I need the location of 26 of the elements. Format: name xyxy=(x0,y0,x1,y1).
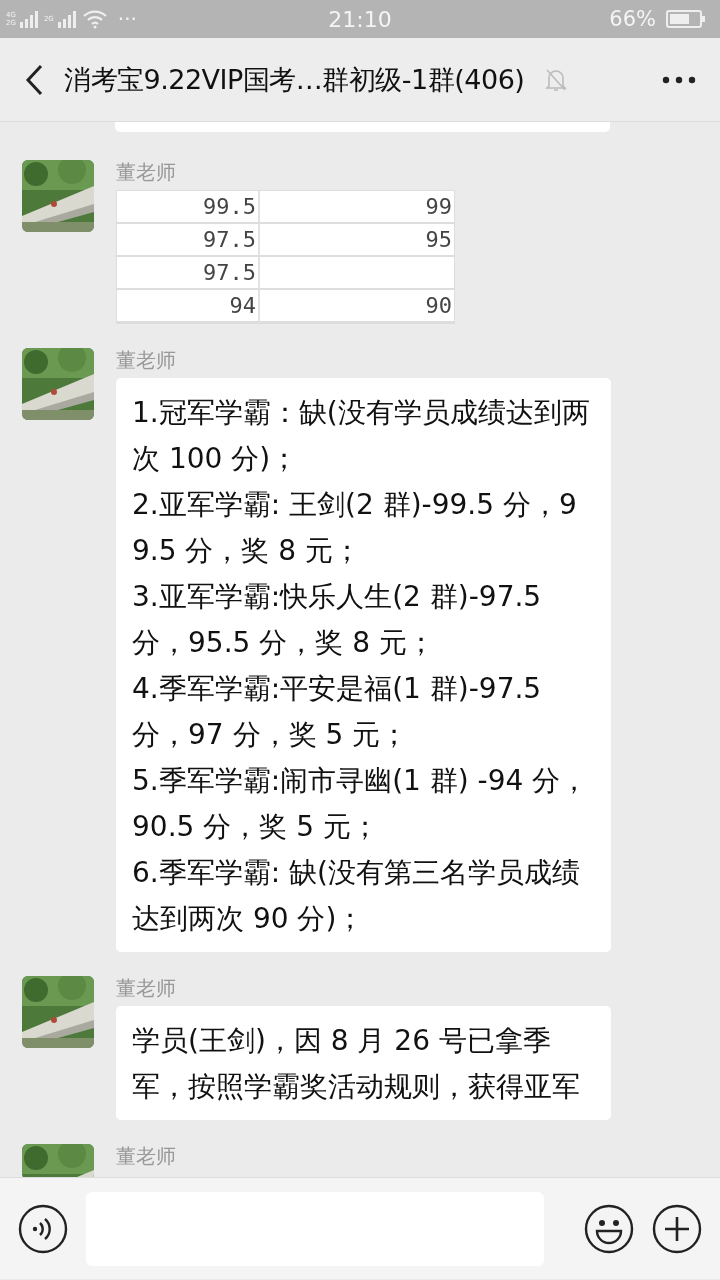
more-notifications: ··· xyxy=(117,7,137,31)
table-cell: 90 xyxy=(260,290,454,323)
table-cell: 99.5 xyxy=(117,191,260,224)
sender-name: 董老师 xyxy=(116,1144,176,1170)
add-icon[interactable] xyxy=(652,1203,702,1254)
message-text: 1.冠军学霸：缺(没有学员成绩达到两次 100 分)； 2.亚军学霸: 王剑(2 群)-99.5 分，99.5 分，奖 8 元； 3.亚军学霸:快乐人生(2 群)-97.5 分，95.5 分，奖 8 元； 4.季军学霸:平安是福(1 群)-97.5 分，97 分，奖 5 元； 5.季军学霸:闹市寻幽(1 群) -94 分，90.5 分，奖 5 元； 6.季军学霸: 缺(没有第三名学员成绩达到两次 90 分)； xyxy=(132,396,590,935)
table-cell: 99 xyxy=(260,191,454,224)
emoji-icon[interactable] xyxy=(584,1203,634,1254)
wifi-icon xyxy=(81,9,108,29)
table-cell: 95 xyxy=(260,224,454,257)
signal-icon xyxy=(57,10,78,28)
table-cell: 94 xyxy=(117,290,260,323)
back-icon[interactable] xyxy=(24,63,44,96)
battery-percent: 66% xyxy=(609,7,656,31)
sender-name: 董老师 xyxy=(116,348,177,374)
signal-icon xyxy=(19,10,40,28)
voice-icon[interactable] xyxy=(18,1203,68,1254)
clock-time: 21:10 xyxy=(328,6,392,32)
table-cell: 97.5 xyxy=(117,224,260,257)
battery-icon xyxy=(666,9,706,29)
message-text: 学员(王剑)，因 8 月 26 号已拿季军，按照学霸奖活动规则，获得亚军 xyxy=(132,1024,580,1103)
table-cell: 97.5 xyxy=(117,257,260,290)
more-icon[interactable] xyxy=(662,75,696,84)
chat-title: 消考宝9.22VIP国考…群初级-1群(406) xyxy=(64,62,525,97)
sender-name: 董老师 xyxy=(116,160,177,186)
sender-name: 董老师 xyxy=(116,976,177,1002)
